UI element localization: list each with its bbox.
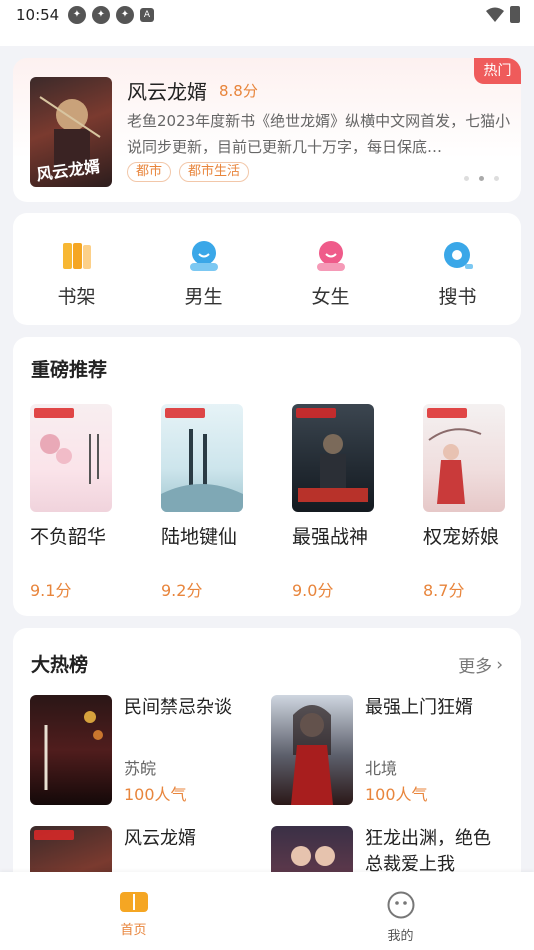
carousel-dot[interactable]	[464, 176, 469, 181]
app-notification-icon: ✦	[92, 6, 110, 24]
publisher-logo	[427, 408, 467, 418]
tab-home[interactable]: 首页	[0, 872, 267, 950]
book-cover[interactable]	[30, 404, 112, 512]
book-popularity: 100人气	[124, 785, 187, 804]
book-title[interactable]: 风云龙婿	[124, 826, 264, 852]
quick-nav: 书架 男生 女生 搜书	[13, 213, 521, 325]
home-book-icon	[119, 892, 148, 912]
genre-tag[interactable]: 都市	[127, 162, 172, 182]
status-bar: 10:54 ✦ ✦ ✦ A	[0, 0, 534, 46]
hot-book-banner[interactable]: 热门 风云龙婿 风云龙婿 8.8分 老鱼2023年度新书《绝世龙婿》纵横中文网首…	[13, 58, 521, 202]
hot-list-section: 大热榜 更多 › 民间禁忌杂谈 苏皖 100人气 最强上门狂婿 北境 100人气	[13, 628, 521, 888]
female-icon	[316, 241, 345, 271]
book-title[interactable]: 陆地键仙	[161, 522, 253, 549]
book-title[interactable]: 民间禁忌杂谈	[124, 695, 264, 721]
bookshelf-icon	[62, 243, 91, 269]
carousel-dot-active[interactable]	[479, 176, 484, 181]
book-popularity: 100人气	[365, 785, 428, 804]
cover-art	[291, 705, 333, 805]
nav-male[interactable]: 男生	[140, 213, 267, 325]
nav-label: 男生	[184, 286, 223, 308]
more-label: 更多	[458, 657, 493, 677]
nav-label: 书架	[57, 286, 96, 308]
nav-search[interactable]: 搜书	[394, 213, 521, 325]
a-notification-icon: A	[140, 8, 154, 22]
book-cover[interactable]	[271, 695, 353, 805]
cover-art	[40, 434, 99, 484]
tab-label: 首页	[120, 923, 147, 938]
book-title[interactable]: 最强战神	[292, 522, 384, 549]
book-cover[interactable]	[423, 404, 505, 512]
recommend-section: 重磅推荐 不负韶华 9.1分 陆地键仙 9.2分 最强战神 9.0分 权宠娇娘 …	[13, 337, 521, 616]
more-button[interactable]: 更多 ›	[458, 652, 503, 678]
banner-book-title[interactable]: 风云龙婿	[127, 76, 207, 105]
banner-book-score: 8.8分	[219, 82, 258, 100]
cover-art	[161, 429, 243, 512]
battery-icon	[510, 6, 520, 23]
nav-label: 搜书	[438, 286, 477, 308]
nav-label: 女生	[311, 286, 350, 308]
book-cover[interactable]	[30, 695, 112, 805]
book-title[interactable]: 不负韶华	[30, 522, 122, 549]
section-title: 重磅推荐	[31, 359, 108, 381]
nav-female[interactable]: 女生	[267, 213, 394, 325]
search-icon	[443, 242, 473, 269]
hot-list-item[interactable]: 最强上门狂婿 北境 100人气	[271, 695, 509, 807]
banner-book-description: 老鱼2023年度新书《绝世龙婿》纵横中文网首发，七猫小说同步更新，目前已更新几十…	[127, 112, 511, 156]
carousel-dot[interactable]	[494, 176, 499, 181]
recommend-book[interactable]: 不负韶华 9.1分	[30, 404, 122, 601]
book-cover[interactable]	[161, 404, 243, 512]
publisher-logo	[34, 408, 74, 418]
cover-art	[298, 434, 368, 502]
cover-art	[428, 428, 482, 504]
book-author: 苏皖	[124, 759, 157, 778]
tab-mine[interactable]: 我的	[267, 872, 534, 950]
recommend-book[interactable]: 最强战神 9.0分	[292, 404, 384, 601]
banner-book-cover[interactable]: 风云龙婿	[30, 77, 112, 187]
nav-bookshelf[interactable]: 书架	[13, 213, 140, 325]
publisher-logo	[165, 408, 205, 418]
recommend-book[interactable]: 权宠娇娘 8.7分	[423, 404, 515, 601]
notification-icons: ✦ ✦ ✦ A	[68, 6, 154, 24]
book-author: 北境	[365, 759, 398, 778]
system-icons	[486, 6, 520, 23]
wifi-icon	[486, 7, 504, 22]
section-title: 大热榜	[31, 654, 89, 676]
tab-label: 我的	[387, 929, 414, 944]
profile-icon	[387, 891, 414, 919]
genre-tag[interactable]: 都市生活	[179, 162, 250, 182]
hot-badge: 热门	[474, 58, 521, 84]
recommend-book[interactable]: 陆地键仙 9.2分	[161, 404, 253, 601]
bottom-nav: 首页 我的	[0, 872, 534, 950]
book-cover[interactable]	[292, 404, 374, 512]
book-title[interactable]: 权宠娇娘	[423, 522, 515, 549]
book-score: 9.0分	[292, 581, 334, 600]
male-icon	[189, 241, 218, 271]
app-notification-icon: ✦	[68, 6, 86, 24]
publisher-logo	[296, 408, 336, 418]
carousel-indicator	[464, 176, 499, 181]
status-time: 10:54	[16, 6, 60, 24]
publisher-logo	[34, 830, 74, 840]
hot-list-item[interactable]: 民间禁忌杂谈 苏皖 100人气	[30, 695, 268, 807]
book-title[interactable]: 狂龙出渊，绝色总裁爱上我	[365, 826, 505, 878]
book-score: 9.2分	[161, 581, 203, 600]
book-title[interactable]: 最强上门狂婿	[365, 695, 505, 721]
cover-art	[44, 711, 103, 790]
book-score: 8.7分	[423, 581, 465, 600]
book-score: 9.1分	[30, 581, 72, 600]
chevron-right-icon: ›	[496, 654, 503, 675]
banner-tags: 都市 都市生活	[127, 162, 250, 182]
app-notification-icon: ✦	[116, 6, 134, 24]
